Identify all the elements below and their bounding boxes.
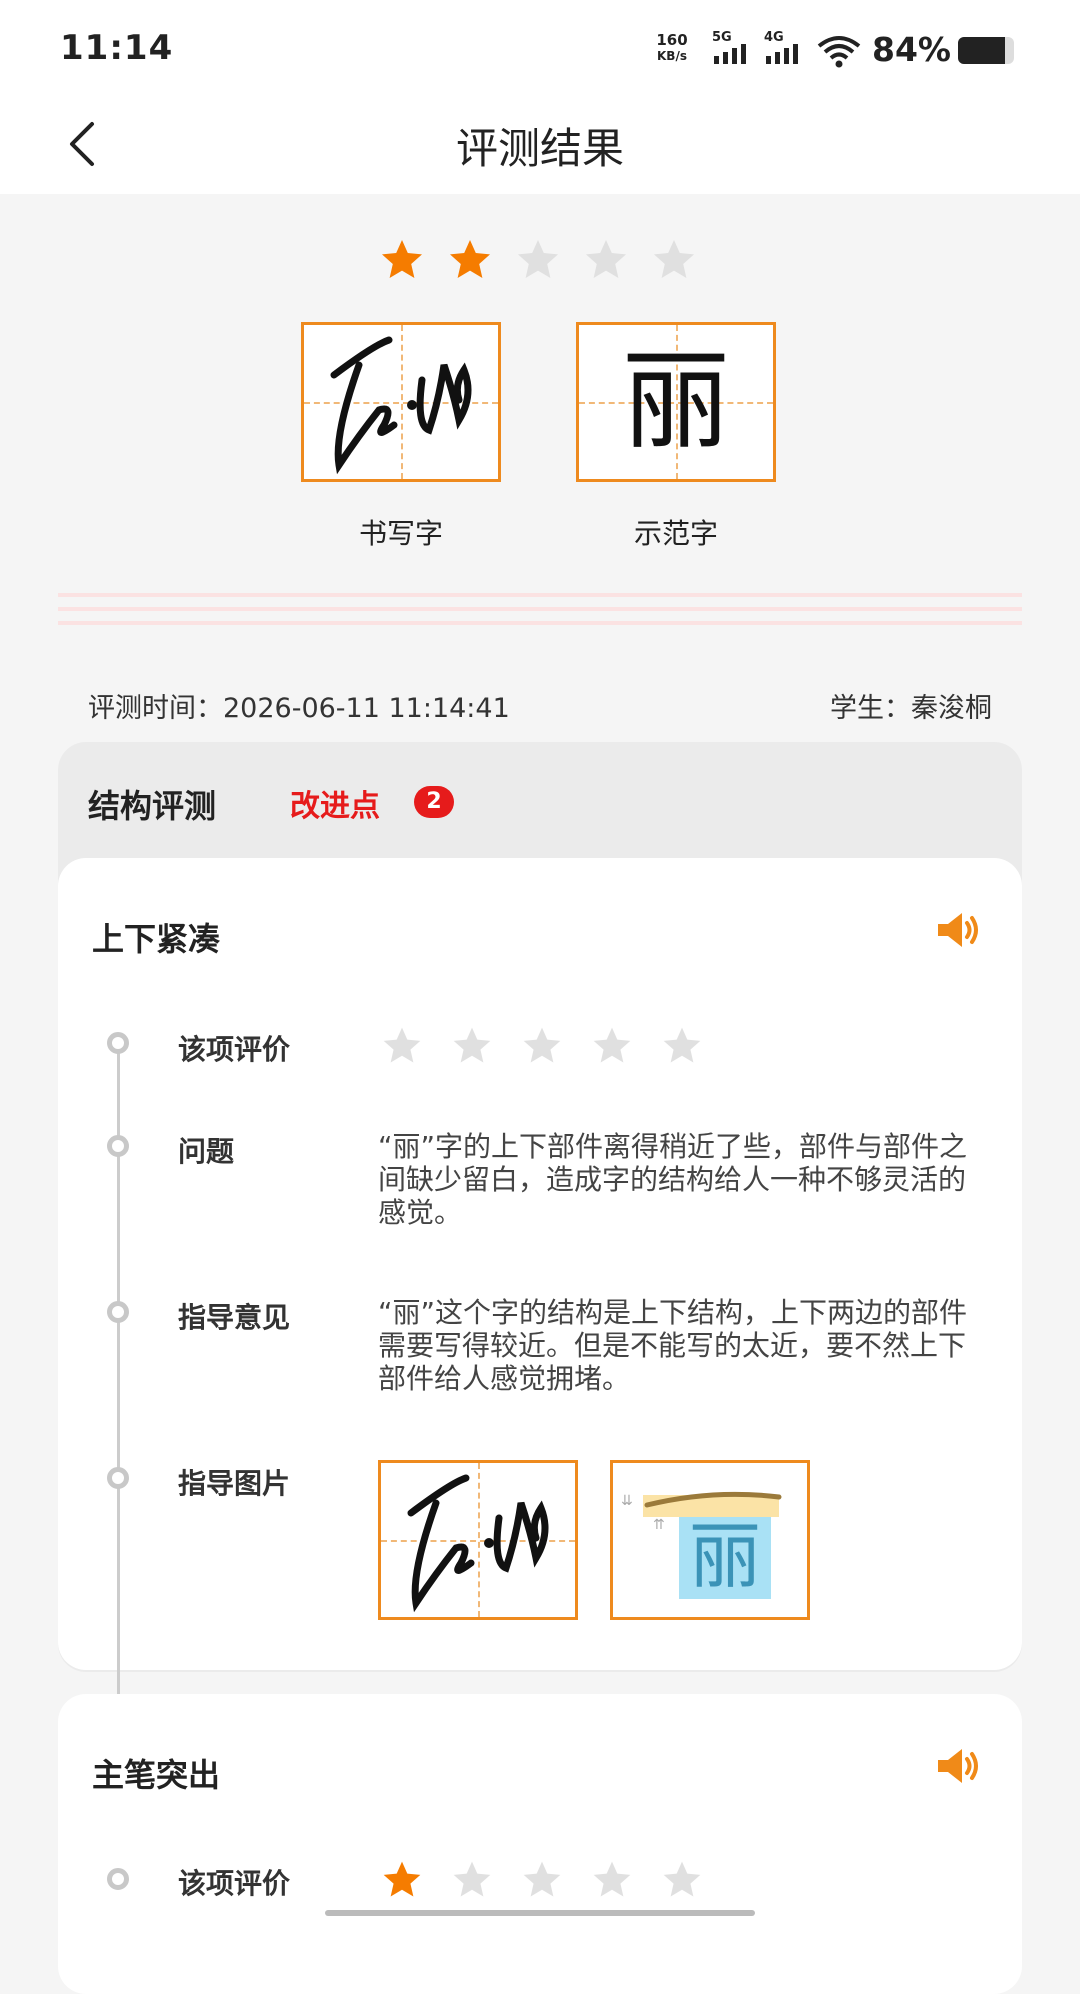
up-arrows-icon: ⇈ [653,1517,665,1533]
timeline-dot [107,1467,129,1489]
home-indicator[interactable] [325,1910,755,1916]
star-icon [453,1027,491,1063]
star-icon [523,1861,561,1897]
signal-5g: 5G [712,30,752,66]
down-arrows-icon: ⇊ [621,1493,633,1509]
speaker-icon[interactable] [934,910,982,950]
rating-label: 该项评价 [178,1033,291,1066]
item-title: 主笔突出 [92,1756,221,1794]
problem-label: 问题 [178,1135,235,1168]
page-title: 评测结果 [455,124,624,173]
sample-char: 丽 [621,339,730,464]
guide-written-image[interactable] [378,1460,578,1620]
overall-rating [378,236,698,284]
star-icon [453,1861,491,1897]
speaker-icon[interactable] [934,1746,982,1786]
star-icon [593,1027,631,1063]
star-icon [383,1861,421,1897]
improve-label: 改进点 [290,789,380,824]
divider [58,621,1022,625]
net-speed: 160 KB/s [650,32,694,64]
image-label: 指导图片 [178,1467,291,1500]
guide-char: 丽 [688,1514,761,1598]
item-title: 上下紧凑 [92,920,221,958]
timeline-dot [107,1135,129,1157]
status-time: 11:14 [60,28,174,68]
star-icon [382,240,422,278]
battery-percent: 84% [872,30,951,69]
star-icon [654,240,694,278]
net-speed-unit: KB/s [657,49,687,63]
star-icon [450,240,490,278]
sim1-label: 5G [712,30,732,45]
battery-icon [958,37,1014,64]
student-name: 学生：秦浚桐 [830,693,992,724]
star-icon [663,1861,701,1897]
star-icon [593,1861,631,1897]
structure-title: 结构评测 [88,787,217,825]
sim2-label: 4G [764,30,784,45]
signal-4g: 4G [764,30,804,66]
wifi-icon [817,36,861,68]
star-icon [523,1027,561,1063]
top-stroke-mark [644,1491,782,1508]
sample-char-label: 示范字 [633,517,718,550]
handwritten-char-image [407,1474,549,1613]
handwritten-char-image [330,336,472,475]
advice-label: 指导意见 [178,1301,291,1334]
test-time: 评测时间：2026-06-11 11:14:41 [88,693,510,724]
divider [58,607,1022,611]
written-char-label: 书写字 [358,517,443,550]
item-card [58,1694,1022,1994]
guide-analysis-image[interactable]: 丽 ⇊ ⇈ [610,1460,810,1620]
problem-text: “丽”字的上下部件离得稍近了些，部件与部件之间缺少留白，造成字的结构给人一种不够… [378,1130,968,1229]
sample-char-box[interactable]: 丽 [576,322,776,482]
star-icon [663,1027,701,1063]
star-icon [383,1027,421,1063]
item-rating-stars [380,1024,704,1068]
net-speed-value: 160 [656,31,688,49]
star-icon [586,240,626,278]
item-rating-stars [380,1858,704,1902]
improve-count-badge: 2 [414,786,454,818]
rating-label: 该项评价 [178,1867,291,1900]
star-icon [518,240,558,278]
advice-text: “丽”这个字的结构是上下结构，上下两边的部件需要写得较近。但是不能写的太近，要不… [378,1296,968,1395]
timeline-dot [107,1032,129,1054]
timeline-dot [107,1868,129,1890]
timeline-dot [107,1301,129,1323]
written-char-box[interactable] [301,322,501,482]
divider [58,593,1022,597]
